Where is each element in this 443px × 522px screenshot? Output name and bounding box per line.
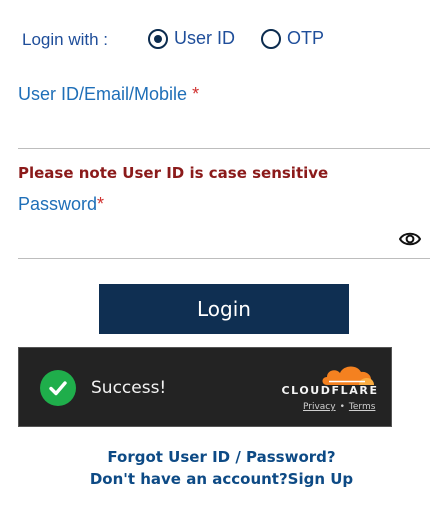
signup-link[interactable]: Sign Up [288,470,354,488]
cloudflare-links: Privacy • Terms [303,402,375,412]
password-label-text: Password [18,194,98,214]
signup-row: Don't have an account?Sign Up [0,470,443,488]
user-id-label-text: User ID/Email/Mobile [18,84,188,104]
no-account-text: Don't have an account? [89,470,288,488]
radio-user-id[interactable]: User ID [148,28,235,49]
checkmark-icon [40,370,76,406]
radio-otp-label: OTP [287,28,325,48]
password-input[interactable] [18,228,430,259]
required-mark: * [97,194,105,214]
cloudflare-logo-text: CLOUDFLARE [281,384,379,397]
password-label: Password* [18,194,104,215]
required-mark: * [192,84,200,104]
forgot-credentials-row: Forgot User ID / Password? [0,448,443,466]
eye-icon[interactable] [399,230,421,248]
radio-otp[interactable]: OTP [261,28,324,49]
radio-user-id-label: User ID [174,28,236,48]
radio-button[interactable] [261,28,281,49]
user-id-label: User ID/Email/Mobile * [18,84,199,105]
cloudflare-widget: Success! CLOUDFLARE Privacy • Terms [18,347,392,427]
login-button[interactable]: Login [99,284,349,334]
login-with-label: Login with : [22,30,108,49]
user-id-input[interactable] [18,118,430,149]
link-separator: • [339,402,345,412]
terms-link[interactable]: Terms [349,402,376,412]
case-sensitive-note: Please note User ID is case sensitive [18,164,329,182]
radio-button-selected[interactable] [148,28,168,49]
success-text: Success! [91,378,167,398]
forgot-credentials-link[interactable]: Forgot User ID / Password? [107,448,335,466]
privacy-link[interactable]: Privacy [303,402,336,412]
